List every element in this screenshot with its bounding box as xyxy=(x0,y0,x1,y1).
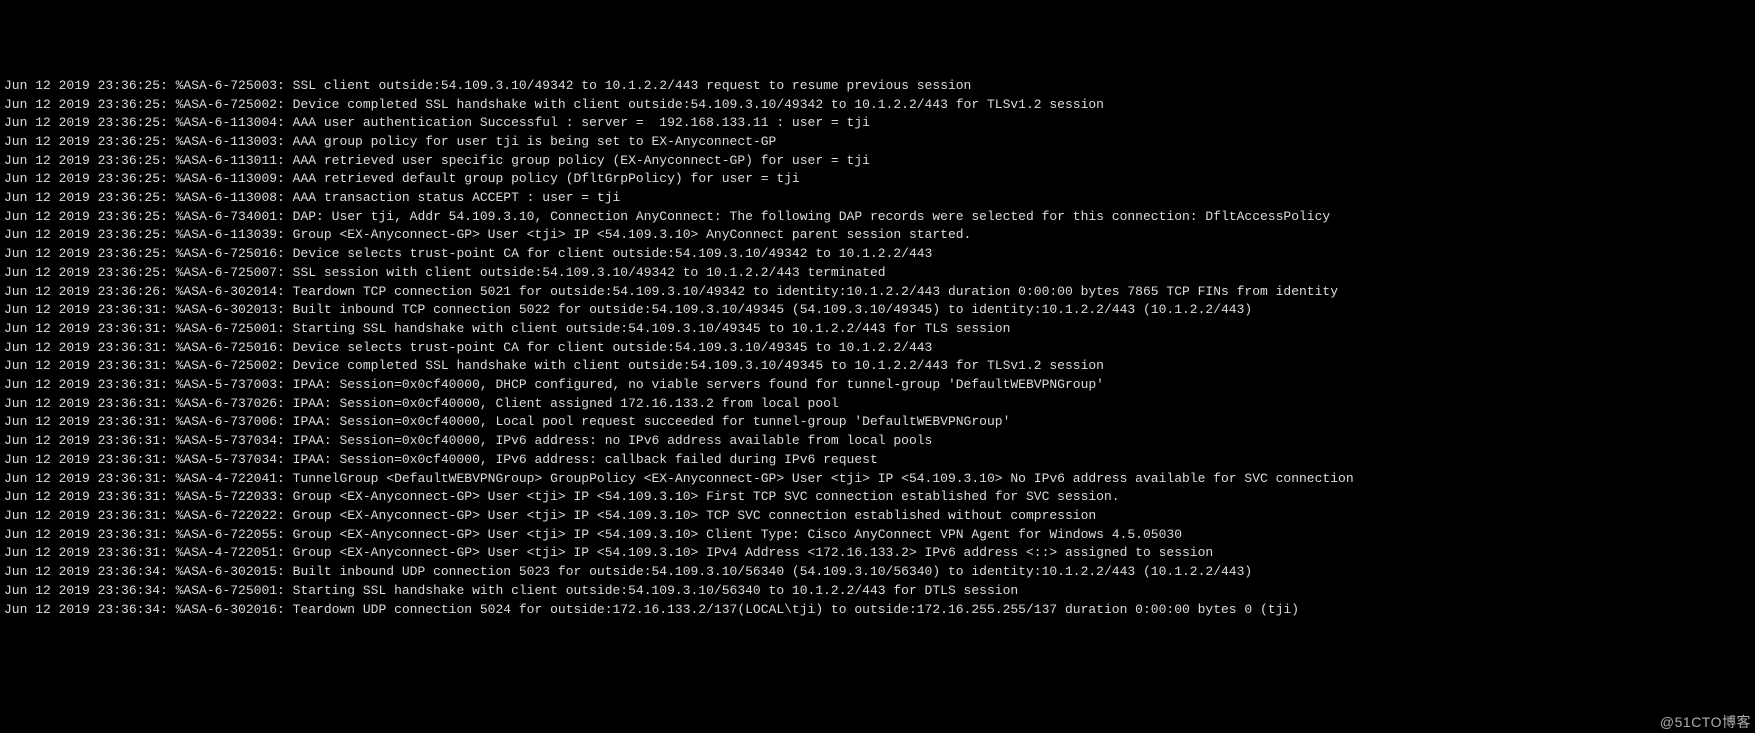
log-line: Jun 12 2019 23:36:25: %ASA-6-725002: Dev… xyxy=(4,96,1755,115)
log-line: Jun 12 2019 23:36:31: %ASA-6-737006: IPA… xyxy=(4,413,1755,432)
log-line: Jun 12 2019 23:36:34: %ASA-6-302015: Bui… xyxy=(4,563,1755,582)
log-line: Jun 12 2019 23:36:25: %ASA-6-734001: DAP… xyxy=(4,208,1755,227)
log-line: Jun 12 2019 23:36:34: %ASA-6-725001: Sta… xyxy=(4,582,1755,601)
log-line: Jun 12 2019 23:36:25: %ASA-6-113011: AAA… xyxy=(4,152,1755,171)
log-line: Jun 12 2019 23:36:31: %ASA-5-737003: IPA… xyxy=(4,376,1755,395)
log-line: Jun 12 2019 23:36:31: %ASA-4-722051: Gro… xyxy=(4,544,1755,563)
log-line: Jun 12 2019 23:36:25: %ASA-6-113008: AAA… xyxy=(4,189,1755,208)
log-line: Jun 12 2019 23:36:25: %ASA-6-725016: Dev… xyxy=(4,245,1755,264)
log-line: Jun 12 2019 23:36:25: %ASA-6-113009: AAA… xyxy=(4,170,1755,189)
watermark-label: @51CTO博客 xyxy=(1660,713,1751,732)
log-line: Jun 12 2019 23:36:25: %ASA-6-113004: AAA… xyxy=(4,114,1755,133)
log-line: Jun 12 2019 23:36:25: %ASA-6-113003: AAA… xyxy=(4,133,1755,152)
log-line: Jun 12 2019 23:36:31: %ASA-5-737034: IPA… xyxy=(4,451,1755,470)
log-line: Jun 12 2019 23:36:31: %ASA-6-725016: Dev… xyxy=(4,339,1755,358)
log-line: Jun 12 2019 23:36:25: %ASA-6-113039: Gro… xyxy=(4,226,1755,245)
log-line: Jun 12 2019 23:36:34: %ASA-6-302016: Tea… xyxy=(4,601,1755,620)
log-line: Jun 12 2019 23:36:31: %ASA-6-725001: Sta… xyxy=(4,320,1755,339)
log-line: Jun 12 2019 23:36:26: %ASA-6-302014: Tea… xyxy=(4,283,1755,302)
terminal-log-output[interactable]: Jun 12 2019 23:36:25: %ASA-6-725003: SSL… xyxy=(4,77,1755,619)
log-line: Jun 12 2019 23:36:31: %ASA-5-737034: IPA… xyxy=(4,432,1755,451)
log-line: Jun 12 2019 23:36:31: %ASA-4-722041: Tun… xyxy=(4,470,1755,489)
log-line: Jun 12 2019 23:36:31: %ASA-6-737026: IPA… xyxy=(4,395,1755,414)
log-line: Jun 12 2019 23:36:25: %ASA-6-725007: SSL… xyxy=(4,264,1755,283)
log-line: Jun 12 2019 23:36:31: %ASA-6-722055: Gro… xyxy=(4,526,1755,545)
log-line: Jun 12 2019 23:36:31: %ASA-6-302013: Bui… xyxy=(4,301,1755,320)
log-line: Jun 12 2019 23:36:31: %ASA-6-722022: Gro… xyxy=(4,507,1755,526)
log-line: Jun 12 2019 23:36:25: %ASA-6-725003: SSL… xyxy=(4,77,1755,96)
log-line: Jun 12 2019 23:36:31: %ASA-5-722033: Gro… xyxy=(4,488,1755,507)
log-line: Jun 12 2019 23:36:31: %ASA-6-725002: Dev… xyxy=(4,357,1755,376)
